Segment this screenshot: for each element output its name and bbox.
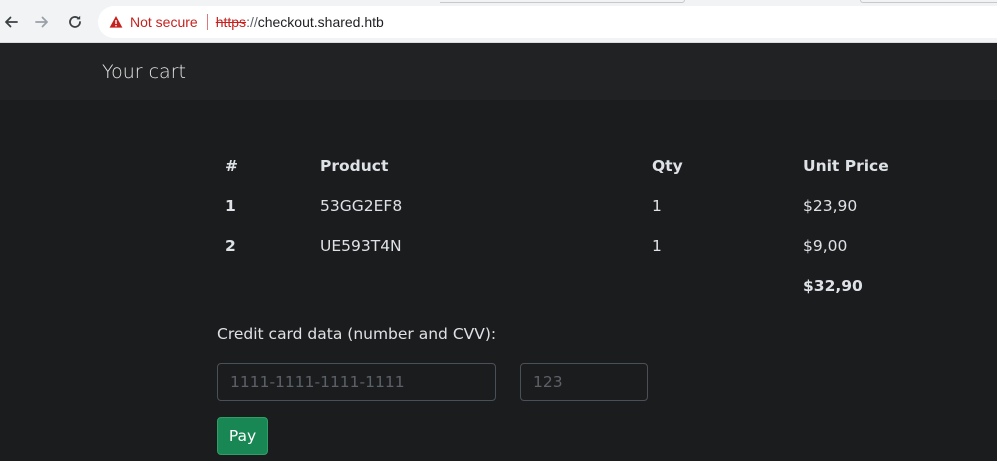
reload-button[interactable]	[64, 11, 86, 33]
warning-triangle-icon[interactable]	[109, 15, 123, 29]
page-title: Your cart	[102, 61, 186, 83]
total-row: $32,90	[209, 266, 909, 306]
product-unit-price: $23,90	[803, 197, 858, 215]
column-header-index: #	[225, 157, 238, 175]
product-unit-price: $9,00	[803, 237, 848, 255]
back-arrow-icon	[5, 16, 18, 28]
table-row: 1 53GG2EF8 1 $23,90	[209, 186, 909, 226]
column-header-product: Product	[320, 157, 389, 175]
address-bar[interactable]: Not secure https://checkout.shared.htb	[98, 6, 997, 38]
card-number-input[interactable]	[217, 363, 496, 401]
security-divider	[206, 14, 208, 30]
forward-arrow-icon	[35, 16, 48, 28]
cart-table: # Product Qty Unit Price 1 53GG2EF8 1 $2…	[209, 146, 909, 306]
cart-total: $32,90	[803, 277, 863, 295]
cvv-input[interactable]	[520, 363, 648, 401]
table-row: 2 UE593T4N 1 $9,00	[209, 226, 909, 266]
pay-button[interactable]: Pay	[217, 417, 268, 455]
product-code: 53GG2EF8	[320, 197, 403, 215]
product-qty: 1	[652, 197, 662, 215]
back-button[interactable]	[0, 11, 22, 33]
table-header-row: # Product Qty Unit Price	[209, 146, 909, 186]
tab-strip-edge	[860, 0, 997, 3]
security-status-label[interactable]: Not secure	[130, 14, 198, 30]
row-index: 2	[225, 237, 236, 255]
product-code: UE593T4N	[320, 237, 402, 255]
url-separator: ://	[246, 14, 258, 30]
url-scheme: https	[215, 14, 247, 30]
forward-button[interactable]	[31, 11, 53, 33]
url-host: checkout.shared.htb	[257, 14, 384, 30]
tab-strip-edge	[440, 0, 685, 3]
credit-card-label: Credit card data (number and CVV):	[217, 325, 497, 343]
row-index: 1	[225, 197, 236, 215]
product-qty: 1	[652, 237, 662, 255]
browser-toolbar: Not secure https://checkout.shared.htb	[0, 0, 997, 43]
column-header-unit-price: Unit Price	[803, 157, 889, 175]
column-header-qty: Qty	[652, 157, 683, 175]
reload-icon	[69, 15, 81, 28]
page-navbar: Your cart	[0, 43, 997, 100]
